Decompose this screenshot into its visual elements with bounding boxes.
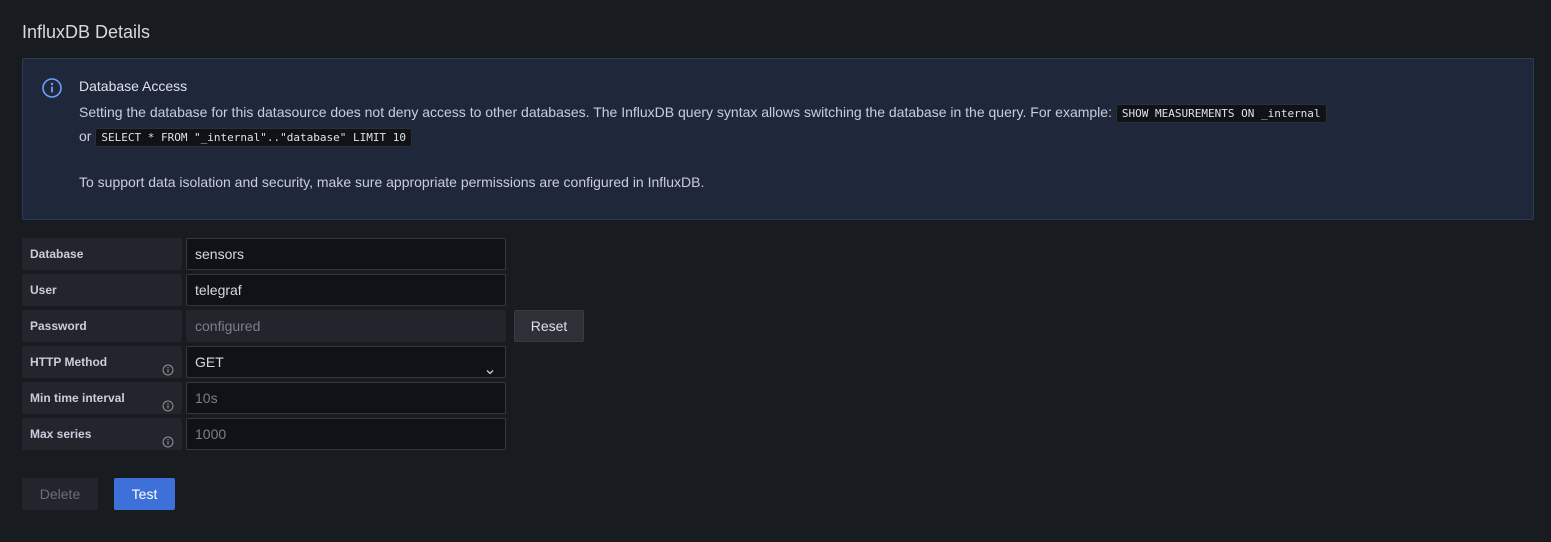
password-label: Password (22, 310, 182, 342)
min-time-interval-label: Min time interval (22, 382, 182, 414)
database-access-alert: Database Access Setting the database for… (22, 58, 1534, 220)
password-row: Password configured Reset (22, 310, 622, 342)
code-example-select: SELECT * FROM "_internal".."database" LI… (95, 128, 412, 147)
info-icon[interactable] (162, 392, 174, 412)
max-series-row: Max series 1000 (22, 418, 622, 450)
max-series-label: Max series (22, 418, 182, 450)
min-time-interval-label-text: Min time interval (30, 391, 125, 405)
user-input[interactable]: telegraf (186, 274, 506, 306)
http-method-label: HTTP Method (22, 346, 182, 378)
code-example-show-measurements: SHOW MEASUREMENTS ON _internal (1115, 104, 1327, 123)
info-icon[interactable] (162, 356, 174, 376)
max-series-input[interactable]: 1000 (186, 418, 506, 450)
http-method-label-text: HTTP Method (30, 355, 108, 369)
delete-button[interactable]: Delete (22, 478, 98, 510)
min-time-interval-input[interactable]: 10s (186, 382, 506, 414)
section-title: InfluxDB Details (22, 22, 151, 42)
alert-note: To support data isolation and security, … (79, 174, 705, 190)
http-method-select[interactable]: GET (186, 346, 506, 378)
min-time-interval-row: Min time interval 10s (22, 382, 622, 414)
chevron-down-icon (485, 357, 495, 375)
alert-title: Database Access (79, 78, 188, 94)
http-method-value: GET (195, 354, 224, 370)
alert-body: Setting the database for this datasource… (79, 101, 1499, 193)
info-circle-icon (41, 77, 63, 99)
http-method-row: HTTP Method GET (22, 346, 622, 378)
database-input[interactable]: sensors (186, 238, 506, 270)
alert-text: Setting the database for this datasource… (79, 104, 1116, 120)
user-label: User (22, 274, 182, 306)
database-row: Database sensors (22, 238, 622, 270)
test-button[interactable]: Test (114, 478, 175, 510)
info-icon[interactable] (162, 428, 174, 448)
database-label: Database (22, 238, 182, 270)
reset-password-button[interactable]: Reset (514, 310, 584, 342)
password-input: configured (186, 310, 506, 342)
max-series-label-text: Max series (30, 427, 92, 441)
alert-text-or: or (79, 128, 96, 144)
user-row: User telegraf (22, 274, 622, 306)
datasource-settings-page: InfluxDB Details Database Access Setting… (0, 0, 1551, 542)
